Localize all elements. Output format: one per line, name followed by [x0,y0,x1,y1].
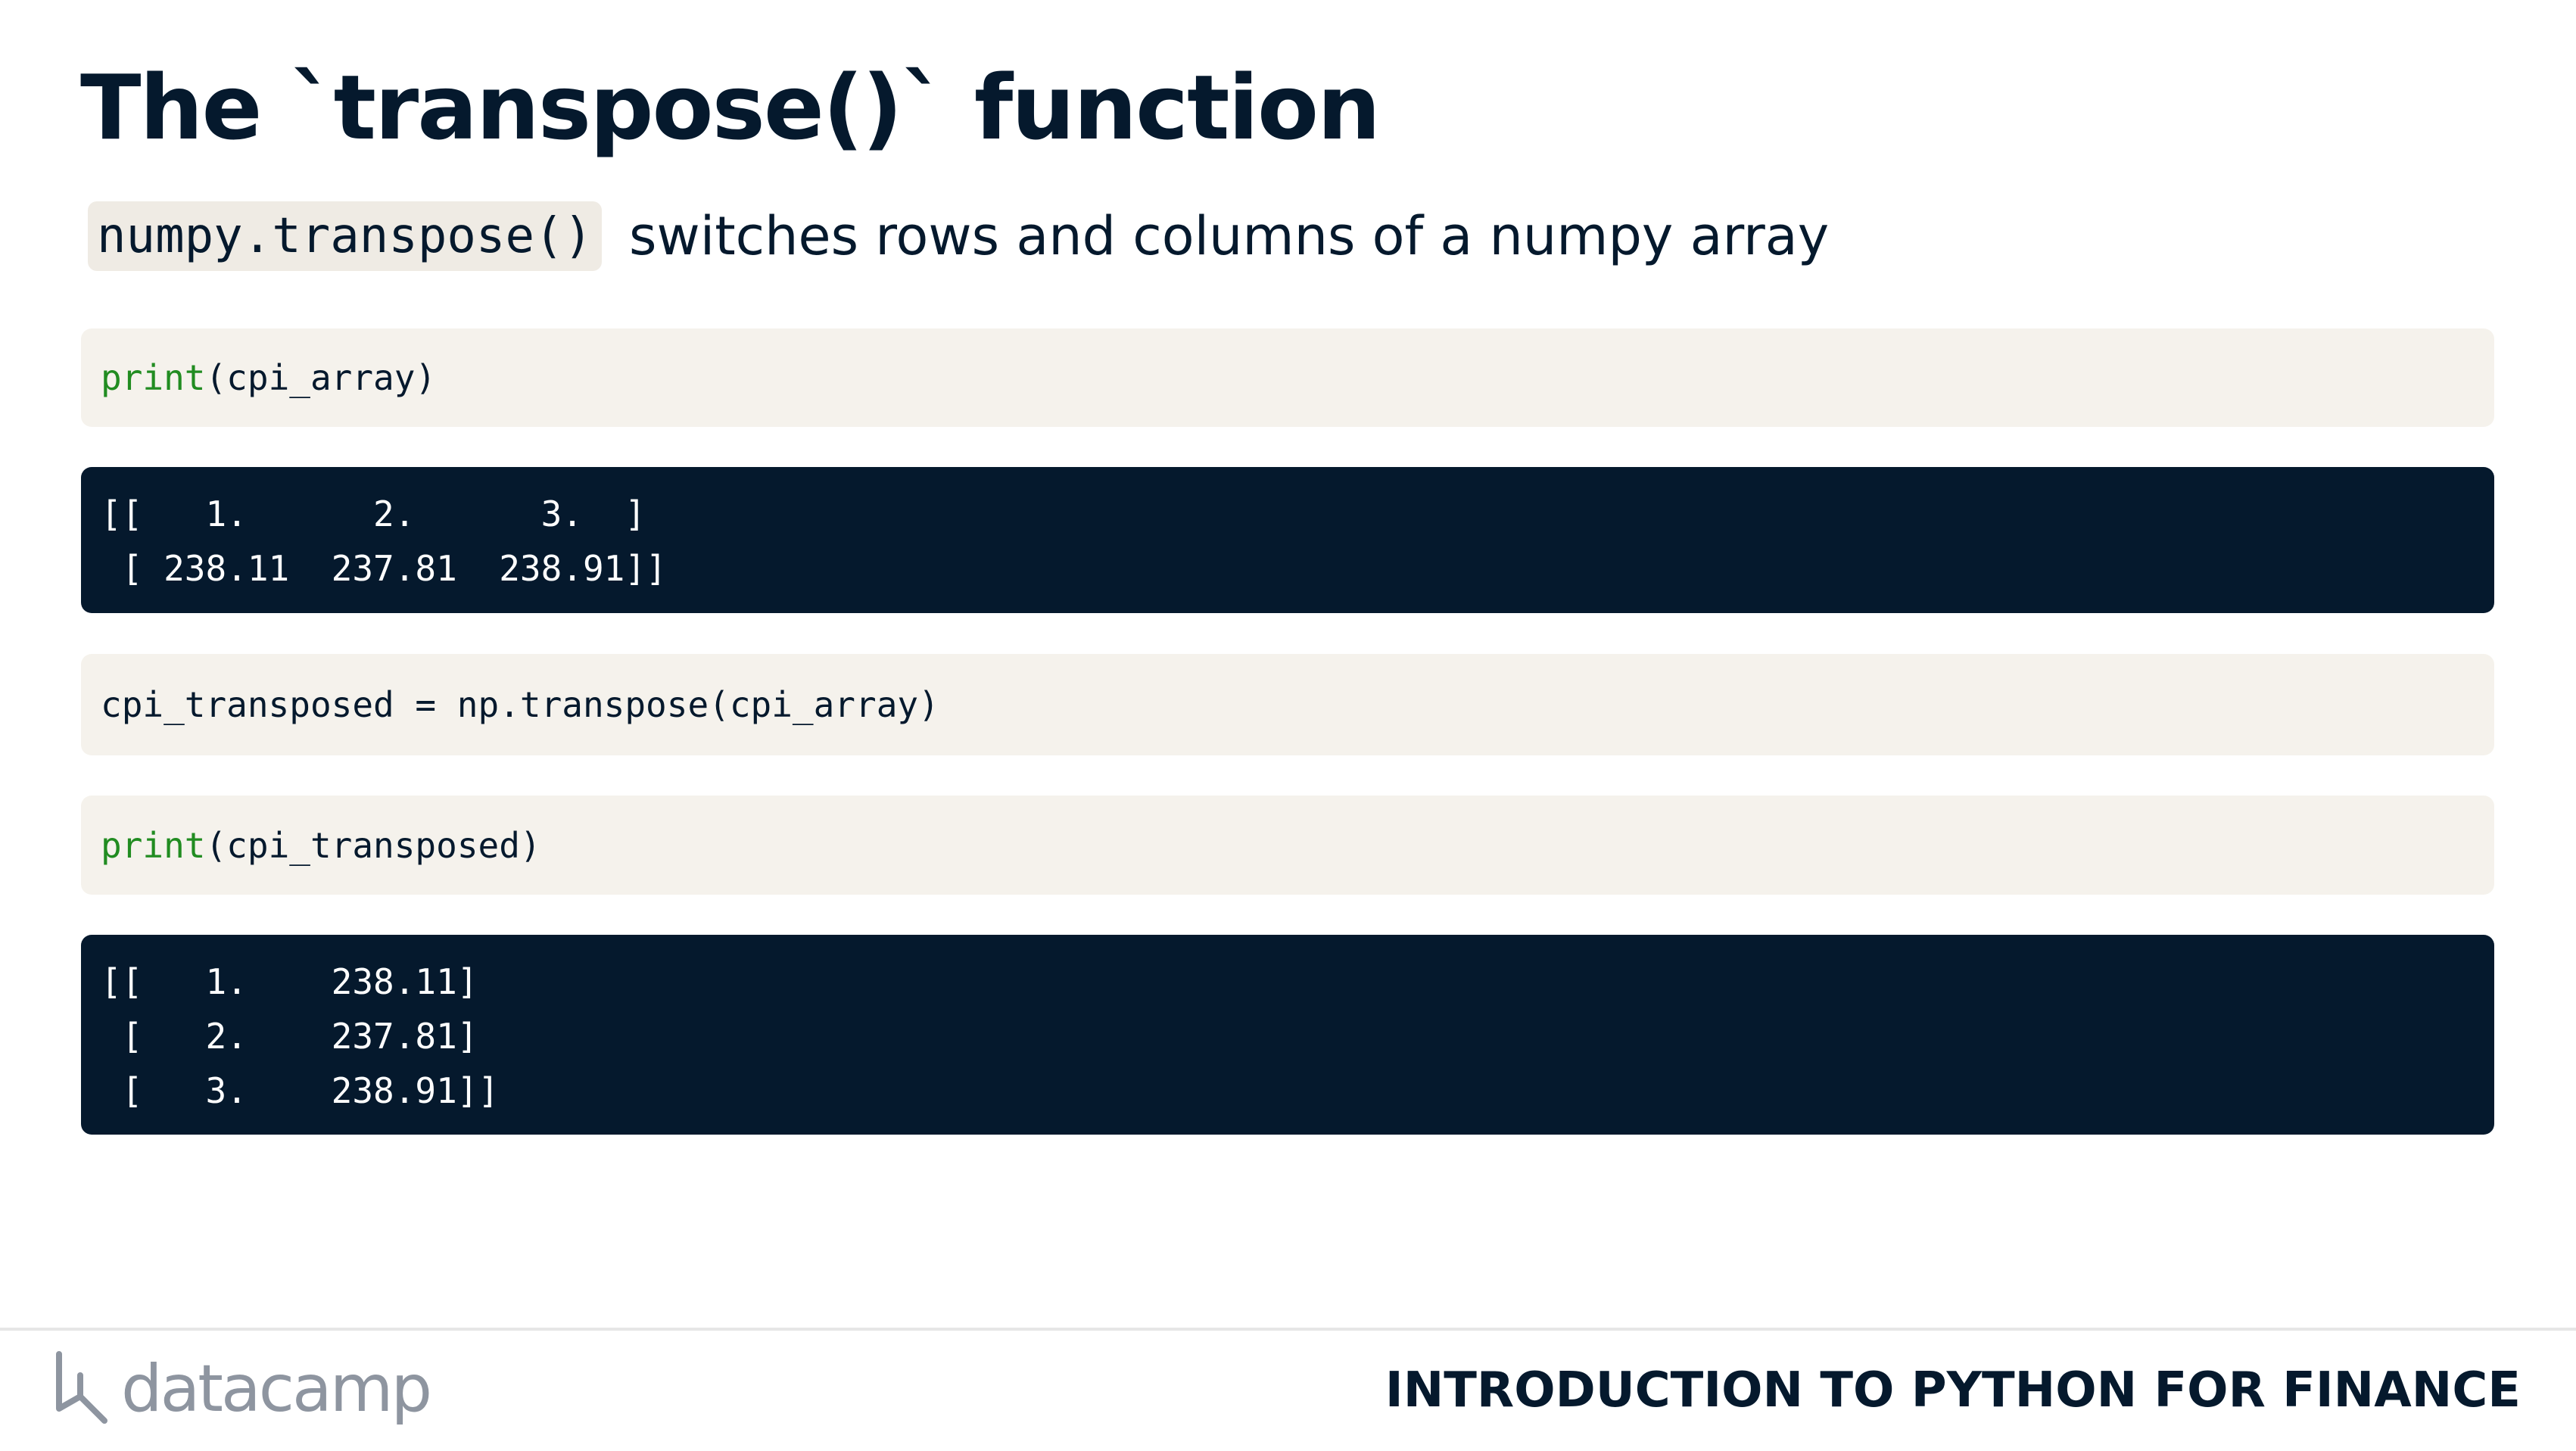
code-output-line: [ 238.11 237.81 238.91]] [101,548,667,589]
subtitle-inline-code: numpy.transpose() [88,201,603,271]
datacamp-logo: datacamp [53,1347,432,1431]
code-output-cpi-transposed: [[ 1. 238.11] [ 2. 237.81] [ 3. 238.91]] [81,935,2494,1135]
subtitle-text: switches rows and columns of a numpy arr… [629,205,1830,267]
code-text: (cpi_transposed) [205,824,541,866]
code-input-print-cpi-array: print (cpi_array) [81,328,2494,427]
code-input-transpose: cpi_transposed = np.transpose(cpi_array) [81,654,2494,755]
code-output-cpi-array: [[ 1. 2. 3. ] [ 238.11 237.81 238.91]] [81,467,2494,613]
code-text: cpi_transposed = np.transpose(cpi_array) [101,684,939,725]
code-output-line: [ 3. 238.91]] [101,1070,500,1111]
datacamp-logo-icon [56,1351,107,1424]
code-keyword: print [101,357,206,398]
code-input-print-cpi-transposed: print (cpi_transposed) [81,796,2494,895]
code-output-line: [ 2. 237.81] [101,1016,478,1057]
code-keyword: print [101,824,206,866]
course-title: INTRODUCTION TO PYTHON FOR FINANCE [1385,1362,2521,1418]
slide-title: The `transpose()` function [80,55,1381,160]
brand-name: datacamp [121,1351,432,1427]
code-output-line: [[ 1. 2. 3. ] [101,494,646,534]
code-text: (cpi_array) [205,357,437,398]
footer-divider [0,1328,2576,1331]
slide-subtitle: numpy.transpose() switches rows and colu… [88,200,1829,272]
code-output-line: [[ 1. 238.11] [101,961,478,1002]
